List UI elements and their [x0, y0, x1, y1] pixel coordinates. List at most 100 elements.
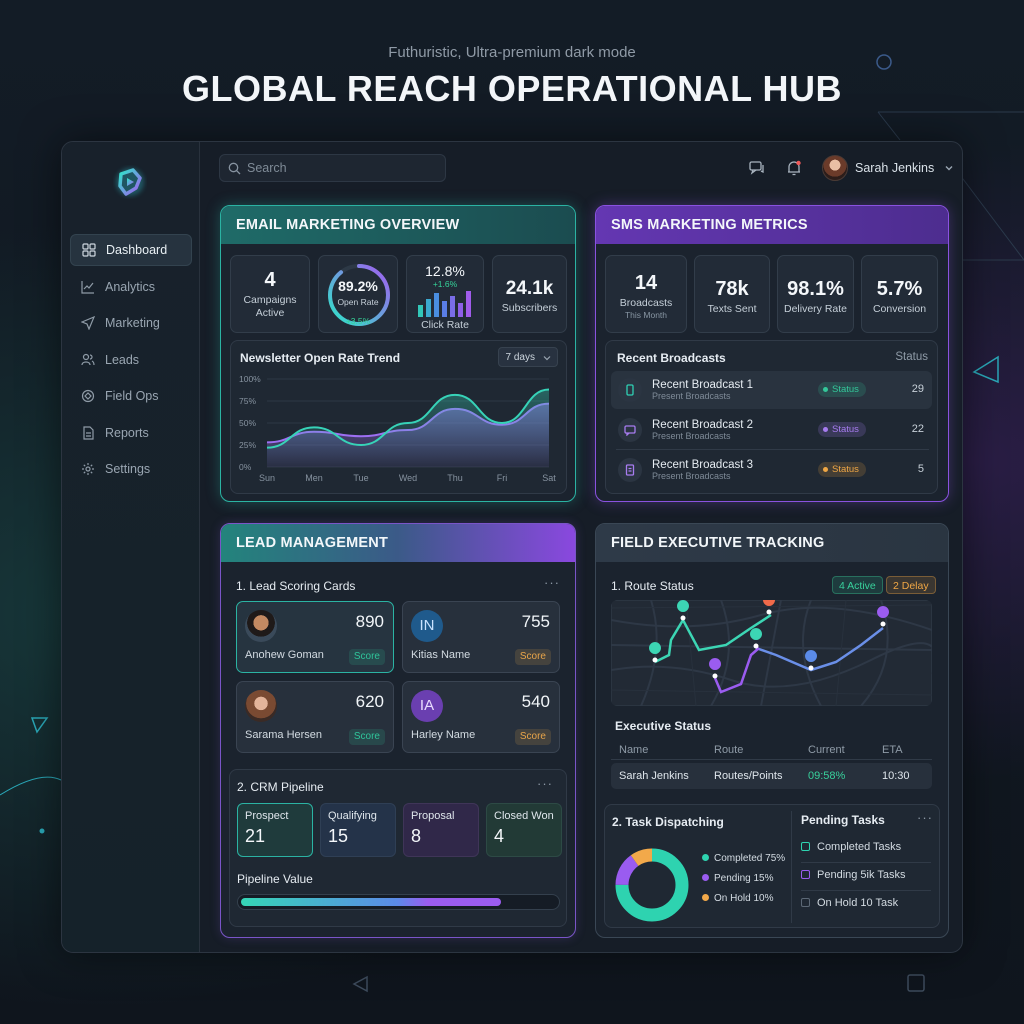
score-badge: Score: [348, 729, 385, 745]
lead-card[interactable]: IN 755 Kitias Name Score: [402, 601, 560, 673]
kpi-label: Texts Sent: [707, 303, 757, 315]
kpi-value: 12.8%: [425, 263, 465, 279]
more-icon[interactable]: ···: [917, 810, 933, 825]
lead-card[interactable]: IA 540 Harley Name Score: [402, 681, 560, 753]
sidebar-item-reports[interactable]: Reports: [70, 417, 192, 449]
click-rate-bars: [418, 291, 471, 317]
table-header-name: Name: [619, 744, 649, 756]
kpi-label: Broadcasts: [619, 297, 673, 309]
legend-label: Pending 15%: [714, 873, 774, 884]
stage-count: 21: [245, 826, 266, 846]
more-icon[interactable]: ···: [537, 776, 553, 791]
kpi-value: 4: [264, 269, 276, 291]
kpi-broadcasts: 14 Broadcasts This Month: [605, 255, 687, 333]
x-tick-label: Fri: [497, 473, 508, 483]
stage-proposal[interactable]: Proposal 8: [403, 803, 479, 857]
route-map[interactable]: [611, 600, 932, 706]
kpi-value: 24.1k: [505, 278, 554, 299]
user-menu[interactable]: Sarah Jenkins: [822, 155, 954, 181]
y-tick-label: 0%: [239, 462, 252, 472]
task-donut-chart: [615, 848, 689, 922]
lead-name: Sarama Hersen: [245, 729, 323, 741]
route-title: 1. Route Status: [611, 579, 694, 593]
cell-eta: 10:30: [882, 770, 910, 782]
bell-icon[interactable]: [785, 159, 803, 177]
lead-card[interactable]: 890 Anohew Goman Score: [236, 601, 394, 673]
stage-qualifying[interactable]: Qualifying 15: [320, 803, 396, 857]
lead-score: 620: [355, 692, 384, 711]
sidebar-item-leads[interactable]: Leads: [70, 344, 192, 376]
stage-closed-won[interactable]: Closed Won 4: [486, 803, 562, 857]
broadcast-row[interactable]: Recent Broadcast 1 Present Broadcasts Sta…: [611, 371, 932, 409]
stage-label: Proposal: [411, 810, 455, 822]
lead-score: 755: [521, 612, 550, 631]
checkbox-icon[interactable]: [801, 898, 810, 907]
search-input[interactable]: Search: [219, 154, 446, 182]
broadcast-sub: Present Broadcasts: [652, 431, 731, 441]
sidebar-item-dashboard[interactable]: Dashboard: [70, 234, 192, 266]
broadcast-row[interactable]: Recent Broadcast 2 Present Broadcasts Sta…: [611, 411, 932, 449]
checkbox-icon[interactable]: [801, 870, 810, 879]
broadcast-count: 5: [917, 463, 924, 475]
kpi-delta: +1.6%: [432, 279, 458, 289]
lead-panel-title: LEAD MANAGEMENT: [221, 524, 575, 562]
kpi-label: Active: [255, 307, 285, 319]
sidebar-item-label: Field Ops: [105, 389, 159, 403]
email-panel-title: EMAIL MARKETING OVERVIEW: [221, 206, 575, 244]
pending-label: Completed Tasks: [817, 841, 902, 853]
sidebar-item-analytics[interactable]: Analytics: [70, 271, 192, 303]
cell-current: 09:58%: [808, 770, 846, 782]
stage-prospect[interactable]: Prospect 21: [237, 803, 313, 857]
avatar-initials: IA: [411, 690, 443, 722]
sidebar-nav: Dashboard Analytics Marketing Leads Fiel…: [70, 234, 192, 490]
sidebar-item-label: Marketing: [105, 316, 160, 330]
stage-label: Prospect: [245, 810, 289, 822]
sms-panel-title: SMS MARKETING METRICS: [596, 206, 948, 244]
sidebar-item-settings[interactable]: Settings: [70, 453, 192, 485]
pending-item[interactable]: Pending 5ik Tasks: [801, 869, 931, 891]
donut-legend: Completed 75% Pending 15% On Hold 10%: [702, 853, 785, 913]
kpi-conversion: 5.7% Conversion: [861, 255, 938, 333]
sidebar-item-field-ops[interactable]: Field Ops: [70, 380, 192, 412]
kpi-subscribers: 24.1k Subscribers: [492, 255, 567, 333]
kpi-open-rate: 89.2% Open Rate +3.5%: [318, 255, 398, 333]
divider: [611, 759, 932, 760]
table-row[interactable]: Sarah Jenkins Routes/Points 09:58% 10:30: [611, 763, 932, 789]
gear-icon: [82, 463, 94, 475]
x-tick-label: Sun: [259, 473, 275, 483]
exec-status-title: Executive Status: [615, 719, 712, 733]
sidebar: Dashboard Analytics Marketing Leads Fiel…: [62, 142, 200, 952]
crm-pipeline-card: 2. CRM Pipeline ··· Prospect 21 Qualifyi…: [229, 769, 567, 927]
broadcast-title: Recent Broadcast 2: [652, 419, 754, 431]
range-dropdown[interactable]: 7 days: [497, 347, 558, 367]
broadcast-count: 29: [911, 383, 924, 395]
pending-item[interactable]: On Hold 10 Task: [801, 897, 931, 919]
lead-name: Kitias Name: [411, 649, 471, 661]
table-header-eta: ETA: [882, 744, 903, 756]
y-tick-label: 50%: [239, 418, 256, 428]
checkbox-icon[interactable]: [801, 842, 810, 851]
kpi-value: 89.2%: [338, 278, 378, 294]
broadcasts-title: Recent Broadcasts: [617, 351, 726, 365]
message-icon: [618, 418, 642, 442]
lead-card[interactable]: 620 Sarama Hersen Score: [236, 681, 394, 753]
kpi-value: 5.7%: [876, 278, 923, 300]
sidebar-item-marketing[interactable]: Marketing: [70, 307, 192, 339]
pipeline-progress-fill: [241, 898, 501, 906]
legend-label: On Hold 10%: [714, 893, 774, 904]
stage-count: 4: [494, 826, 505, 846]
task-dispatch-card: 2. Task Dispatching Completed 75% Pendin…: [604, 804, 940, 928]
broadcast-row[interactable]: Recent Broadcast 3 Present Broadcasts Sta…: [611, 451, 932, 489]
delay-badge: 2 Delay: [886, 576, 936, 594]
route-icon: [81, 389, 95, 403]
stage-count: 15: [328, 826, 349, 846]
kpi-delivery-rate: 98.1% Delivery Rate: [777, 255, 854, 333]
search-placeholder: Search: [247, 161, 287, 175]
lead-name: Harley Name: [411, 729, 476, 741]
chat-icon[interactable]: [748, 159, 766, 177]
field-panel-title: FIELD EXECUTIVE TRACKING: [596, 524, 948, 562]
more-icon[interactable]: ···: [544, 575, 560, 590]
status-header: Status: [895, 351, 928, 363]
pending-item[interactable]: Completed Tasks: [801, 841, 931, 863]
sidebar-item-label: Analytics: [105, 279, 156, 294]
